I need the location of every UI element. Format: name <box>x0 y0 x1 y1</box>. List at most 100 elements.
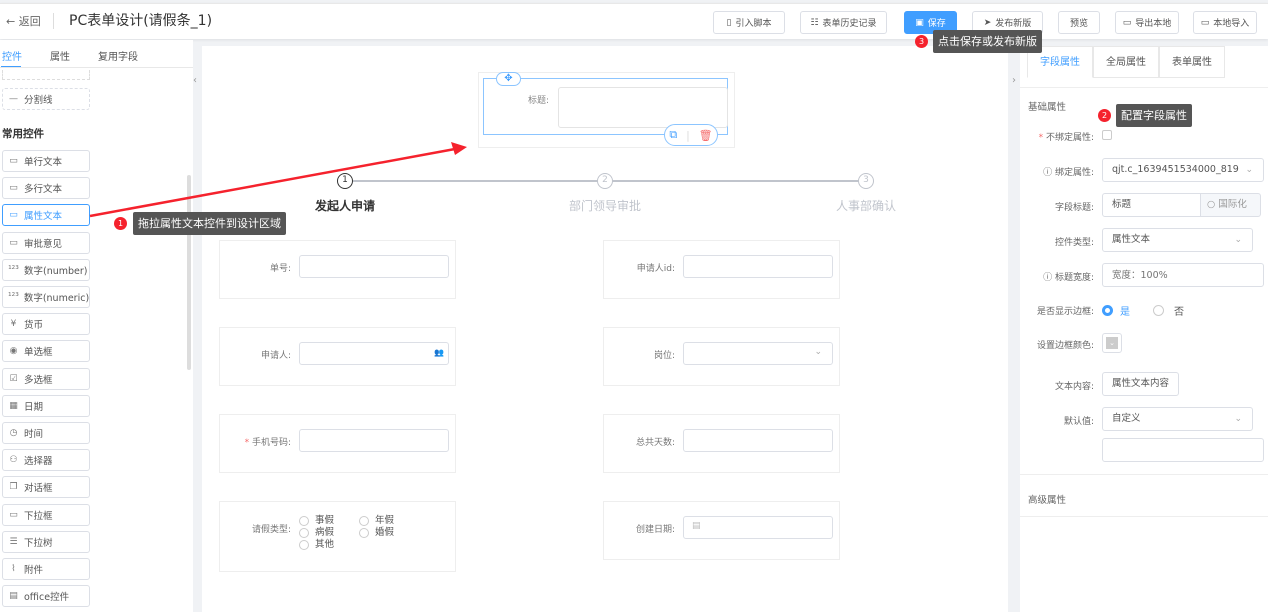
step-2-label: 部门领导审批 <box>568 199 642 213</box>
control-item-dialog[interactable]: ❐ 对话框 <box>2 476 90 499</box>
control-item-date[interactable]: ▦ 日期 <box>2 394 90 417</box>
label: 本地导入 <box>1213 19 1250 29</box>
tab-controls[interactable]: 控件 <box>2 48 22 63</box>
control-item-attachment[interactable]: ⌇ 附件 <box>2 558 90 580</box>
control-item-selector[interactable]: ⚇ 选择器 <box>2 449 90 472</box>
label: 默认值: <box>1063 417 1094 427</box>
chevron-down-icon: ⌄ <box>1234 414 1242 424</box>
control-item-office[interactable]: ▤ office控件 <box>2 585 90 608</box>
export-button[interactable]: ▭ 导出本地 <box>1115 11 1179 34</box>
control-item-currency[interactable]: ¥ 货币 <box>2 313 90 336</box>
label: 申请人: <box>260 351 291 361</box>
calendar-icon: ▦ <box>9 400 18 411</box>
import-button[interactable]: ▭ 本地导入 <box>1193 11 1257 34</box>
import-script-button[interactable]: ▯ 引入脚本 <box>713 11 785 34</box>
control-item-numeric[interactable]: ¹²³ 数字(numeric) <box>2 286 90 308</box>
control-item-multi-line-text[interactable]: ▭ 多行文本 <box>2 177 90 200</box>
number-icon: ¹²³ <box>8 292 19 302</box>
section-basic[interactable]: 基础属性 <box>1028 99 1066 113</box>
i18n-button[interactable]: ○ 国际化 <box>1200 193 1261 217</box>
field-label: 标题: <box>528 96 550 106</box>
field-title-input[interactable]: 标题 <box>1102 193 1201 217</box>
applicant-id-input[interactable] <box>683 255 833 278</box>
radio-option[interactable]: 事假 <box>299 515 359 527</box>
bind-property-select[interactable]: qjt.c_1639451534000_819 ⌄ <box>1102 158 1264 182</box>
collapse-right-icon[interactable]: › <box>1012 75 1016 86</box>
leave-type-radio-group: 事假 年假 病假 婚假 其他 <box>299 515 419 551</box>
control-item-radio[interactable]: ◉ 单选框 <box>2 340 90 363</box>
collapse-left-icon[interactable]: ‹ <box>193 75 197 86</box>
control-item-dropdown-tree[interactable]: ☰ 下拉树 <box>2 530 90 553</box>
radio-option[interactable]: 其他 <box>299 539 419 551</box>
tab-properties[interactable]: 属性 <box>50 48 70 63</box>
calendar-icon: ▤ <box>692 521 701 531</box>
control-type-select[interactable]: 属性文本 ⌄ <box>1102 228 1253 252</box>
delete-icon[interactable]: 🗑 <box>699 129 713 142</box>
annotation-3-badge: 3 <box>915 35 928 48</box>
user-icon[interactable]: 👥 <box>434 348 444 357</box>
control-item-property-text[interactable]: ▭ 属性文本 <box>2 204 90 227</box>
control-item-checkbox[interactable]: ☑ 多选框 <box>2 367 90 390</box>
label: 附件 <box>24 565 44 576</box>
label: 岗位: <box>653 351 675 361</box>
label: 对话框 <box>24 483 53 495</box>
label: 申请人id: <box>636 264 675 274</box>
tab-global-properties[interactable]: 全局属性 <box>1093 46 1159 78</box>
label: 单选框 <box>24 347 53 359</box>
border-color-picker[interactable]: ⌄ <box>1102 333 1122 353</box>
label-text: 不绑定属性: <box>1045 133 1094 143</box>
total-days-input[interactable] <box>683 429 833 452</box>
label: 数字(numeric) <box>23 293 90 304</box>
section-title: 常用控件 <box>2 128 44 140</box>
control-item-number[interactable]: ¹²³ 数字(number) <box>2 258 90 281</box>
scrollbar[interactable] <box>187 175 191 370</box>
show-border-yes-radio[interactable]: 是 <box>1102 303 1130 318</box>
section-advanced[interactable]: 高级属性 <box>1028 492 1066 506</box>
default-value-input[interactable] <box>1102 438 1264 462</box>
selected-component[interactable]: ✥ 标题: ⧉ | 🗑 <box>483 72 728 146</box>
title-width-input[interactable] <box>1102 263 1264 287</box>
default-value-select[interactable]: 自定义 ⌄ <box>1102 407 1253 431</box>
field-create-date: 创建日期: ▤ <box>603 501 840 560</box>
create-date-input[interactable]: ▤ <box>683 516 833 539</box>
top-bar: ← 返回 PC表单设计(请假条_1) ▯ 引入脚本 ☷ 表单历史记录 ▣ 保存 ➤ 发布… <box>0 3 1268 39</box>
back-button[interactable]: ← 返回 <box>6 13 41 29</box>
show-border-no-radio[interactable]: 否 <box>1153 303 1184 318</box>
radio-option[interactable]: 婚假 <box>359 527 394 539</box>
control-item-time[interactable]: ◷ 时间 <box>2 422 90 444</box>
folder-icon: ▭ <box>1122 17 1132 28</box>
copy-icon[interactable]: ⧉ <box>669 128 677 142</box>
radio-icon <box>1153 305 1164 316</box>
tab-form-properties[interactable]: 表单属性 <box>1159 46 1225 78</box>
help-icon[interactable]: ⓘ <box>1043 168 1055 178</box>
radio-option[interactable]: 年假 <box>359 515 394 527</box>
order-no-input[interactable] <box>299 255 449 278</box>
label: 发布新版 <box>995 19 1032 29</box>
control-item-approval-opinion[interactable]: ▭ 审批意见 <box>2 231 90 254</box>
user-select-icon: ⚇ <box>9 455 18 466</box>
radio-option[interactable]: 病假 <box>299 527 359 539</box>
annotation-1-tooltip: 拖拉属性文本控件到设计区域 <box>133 212 286 235</box>
applicant-input[interactable]: 👥 <box>299 342 449 365</box>
text-content-input[interactable]: 属性文本内容 <box>1102 372 1179 396</box>
control-item-dropdown[interactable]: ▭ 下拉框 <box>2 503 90 526</box>
script-icon: ▯ <box>726 17 732 28</box>
annotation-2-tooltip: 配置字段属性 <box>1116 104 1192 127</box>
phone-input[interactable] <box>299 429 449 452</box>
help-icon[interactable]: ⓘ <box>1043 273 1055 283</box>
label: 单号: <box>269 264 291 274</box>
design-canvas[interactable]: ✥ 标题: ⧉ | 🗑 1 2 3 发起人申请 部门领导审批 人事部确认 单号: 申… <box>202 46 1008 612</box>
control-item-single-line-text[interactable]: ▭ 单行文本 <box>2 150 90 172</box>
component-actions: ⧉ | 🗑 <box>664 124 718 146</box>
unbind-checkbox[interactable] <box>1102 130 1112 140</box>
move-icon[interactable]: ✥ <box>496 72 521 86</box>
option-label: 事假 <box>315 515 335 526</box>
preview-button[interactable]: 预览 <box>1058 11 1100 34</box>
position-select[interactable]: ⌄ <box>683 342 833 365</box>
field-textarea[interactable] <box>558 87 728 128</box>
control-item-divider[interactable]: — 分割线 <box>2 88 90 110</box>
tab-reuse-fields[interactable]: 复用字段 <box>98 48 138 63</box>
option-label: 婚假 <box>375 527 395 538</box>
form-history-button[interactable]: ☷ 表单历史记录 <box>800 11 887 34</box>
divider <box>1020 87 1268 88</box>
